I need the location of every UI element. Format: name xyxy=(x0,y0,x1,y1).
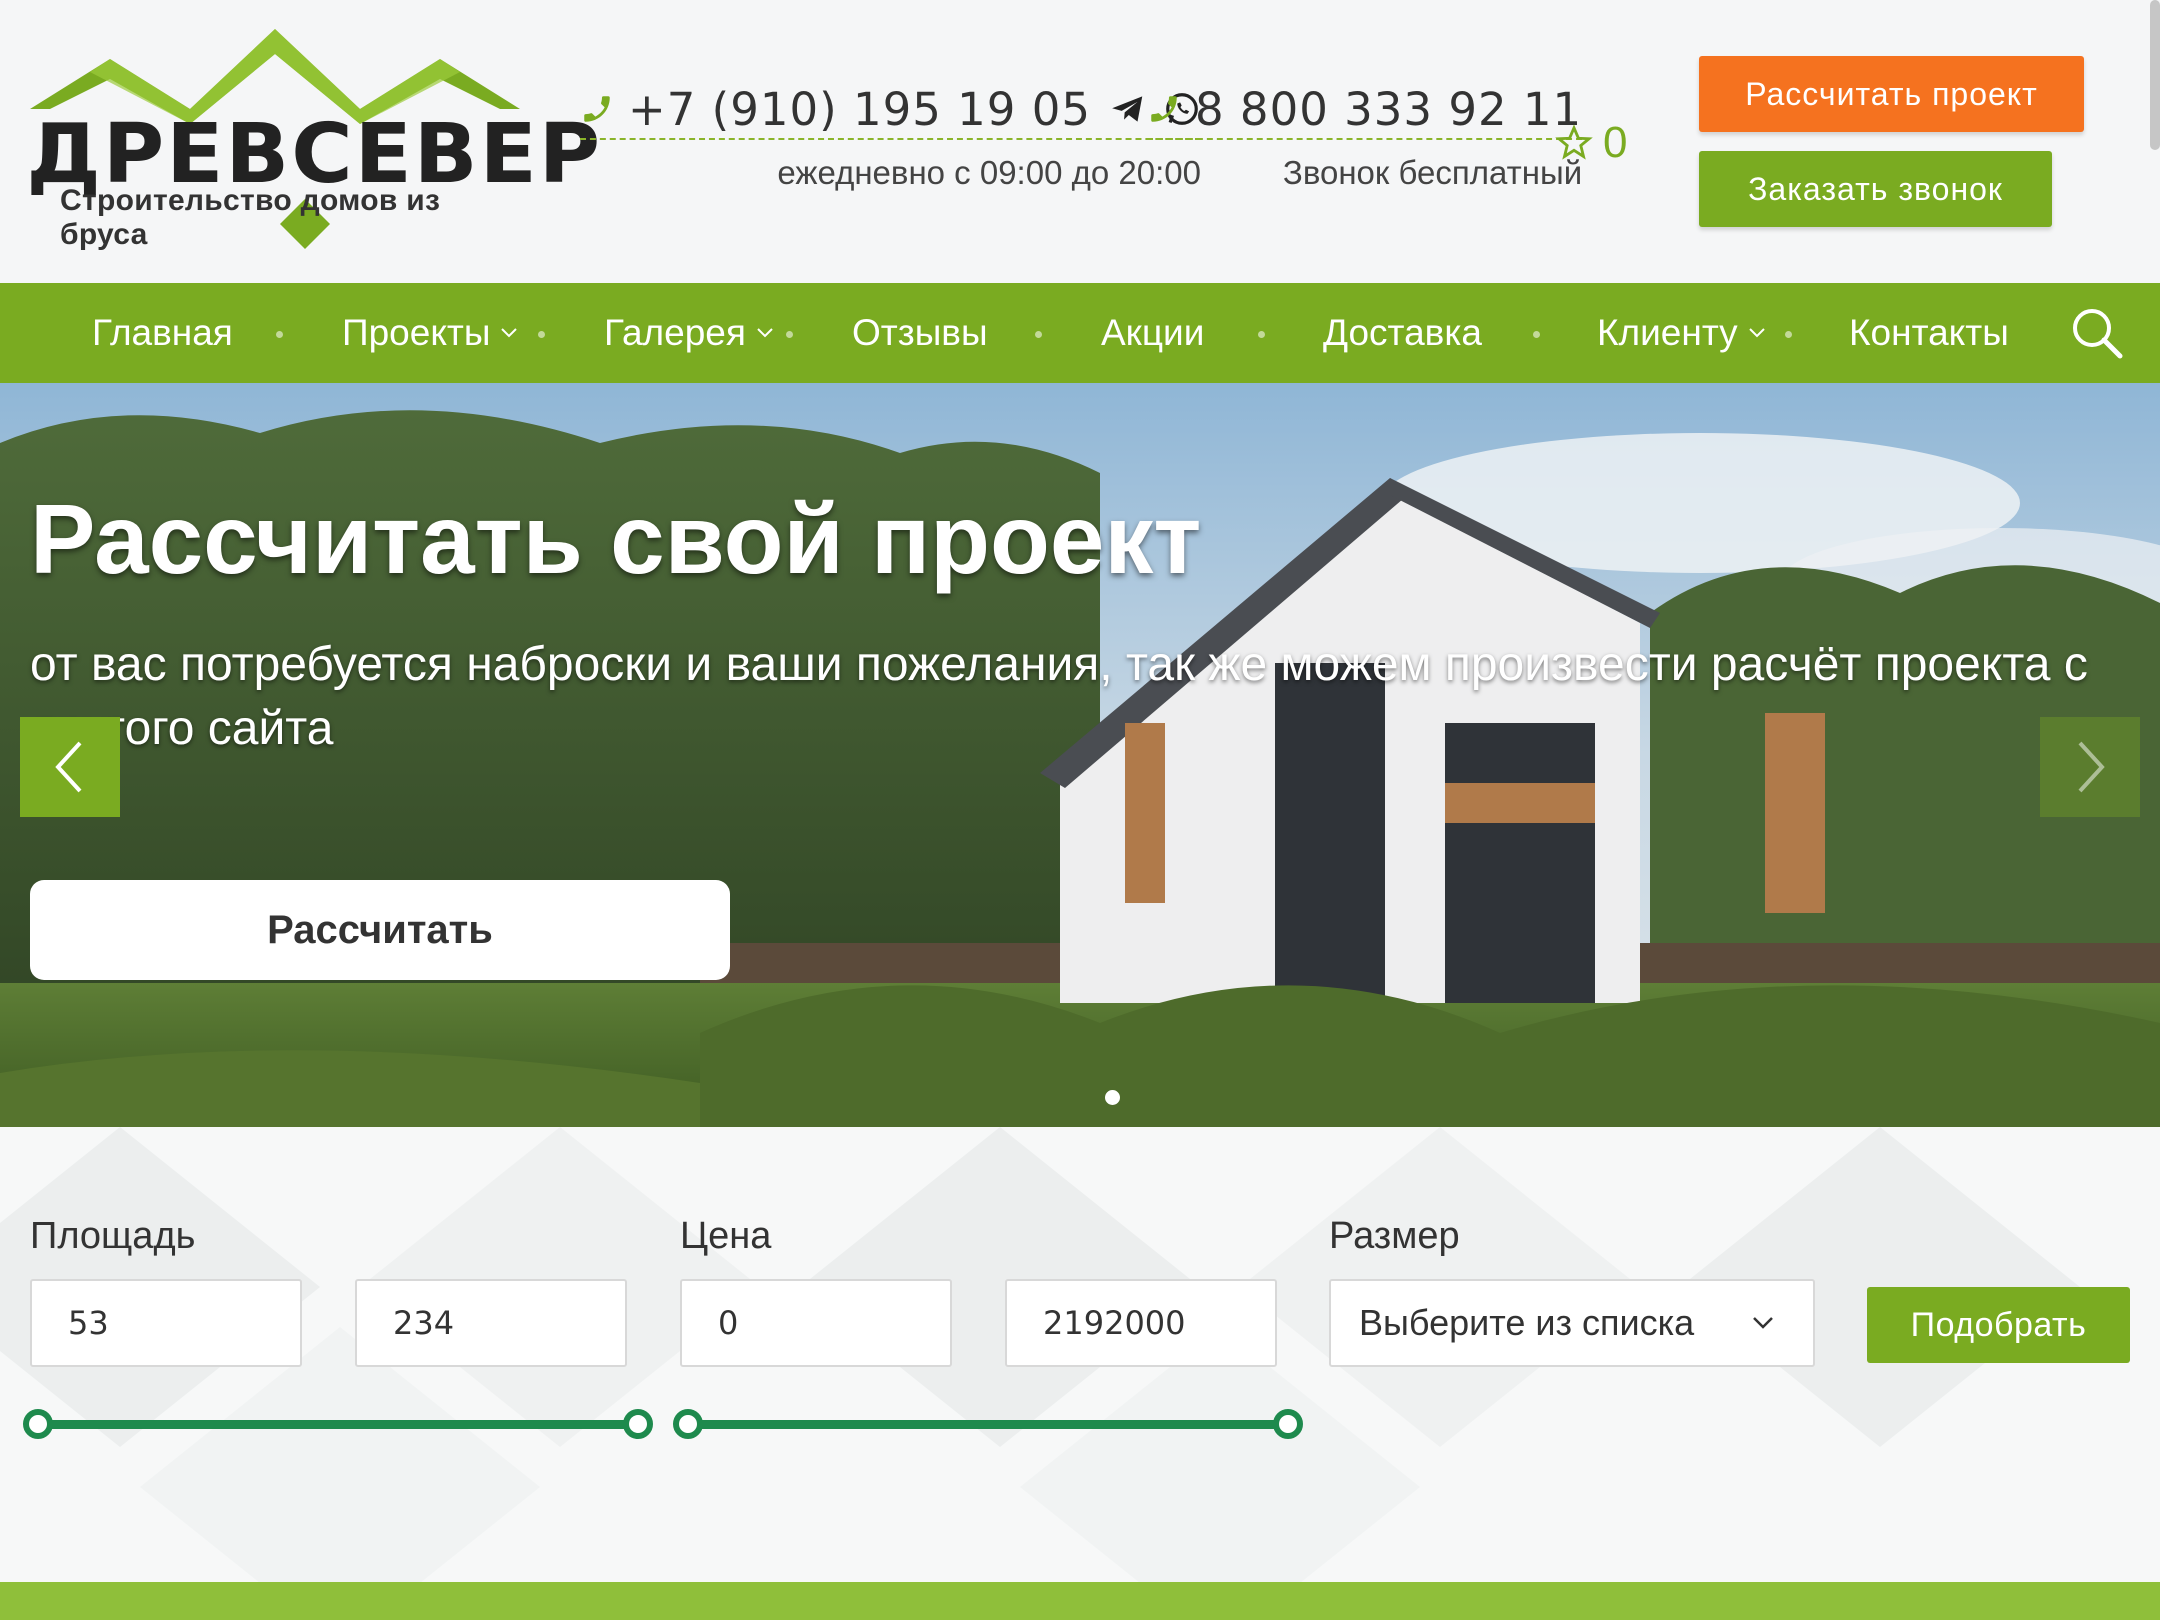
hero-subtitle: от вас потребуется наброски и ваши пожел… xyxy=(30,638,2088,755)
area-slider-track[interactable] xyxy=(38,1420,638,1429)
telegram-icon[interactable] xyxy=(1109,90,1147,128)
calculate-project-button[interactable]: Рассчитать проект xyxy=(1699,56,2084,132)
section-divider-strip xyxy=(0,1582,2160,1620)
price-max-input[interactable]: 2192000 xyxy=(1005,1279,1277,1367)
nav-separator xyxy=(1258,331,1265,338)
nav-item-label: Отзывы xyxy=(852,312,988,353)
nav-item-projects[interactable]: Проекты xyxy=(342,283,518,383)
area-label: Площадь xyxy=(30,1215,196,1257)
search-icon[interactable] xyxy=(2070,306,2124,360)
slider-prev-button[interactable] xyxy=(20,717,120,817)
area-min-input[interactable]: 53 xyxy=(30,1279,302,1367)
filter-submit-button[interactable]: Подобрать xyxy=(1867,1287,2130,1363)
site-header: ДРЕВСЕВЕР Строительство домов из бруса +… xyxy=(0,0,2160,283)
phone-icon xyxy=(584,96,610,122)
nav-separator xyxy=(538,331,545,338)
price-label: Цена xyxy=(680,1215,772,1257)
nav-item-client[interactable]: Клиенту xyxy=(1597,283,1766,383)
page-scrollbar[interactable] xyxy=(2150,0,2160,150)
order-callback-button[interactable]: Заказать звонок xyxy=(1699,151,2052,227)
chevron-left-icon xyxy=(55,741,82,793)
chevron-down-icon xyxy=(1753,1317,1773,1329)
nav-separator xyxy=(1533,331,1540,338)
area-slider-max-handle[interactable] xyxy=(623,1409,653,1439)
phone-block-main: +7 (910) 195 19 05 ежедневно с 09:00 до … xyxy=(580,83,1201,192)
chevron-down-icon xyxy=(757,328,773,338)
hero-calculate-button[interactable]: Рассчитать xyxy=(30,880,730,980)
phone-note-free: Звонок бесплатный xyxy=(1282,154,1583,191)
nav-item-gallery[interactable]: Галерея xyxy=(604,283,774,383)
nav-item-label: Акции xyxy=(1101,312,1205,353)
hero-title: Рассчитать свой проект xyxy=(30,484,1202,594)
nav-item-label: Контакты xyxy=(1849,312,2009,353)
nav-separator xyxy=(786,331,793,338)
nav-item-delivery[interactable]: Доставка xyxy=(1323,283,1482,383)
nav-item-label: Галерея xyxy=(604,312,746,353)
price-slider-min-handle[interactable] xyxy=(673,1409,703,1439)
nav-item-home[interactable]: Главная xyxy=(92,283,233,383)
phone-block-free: 8 800 333 92 11 Звонок бесплатный xyxy=(1147,83,1583,192)
size-select[interactable]: Выберите из списка xyxy=(1329,1279,1815,1367)
size-label: Размер xyxy=(1329,1215,1460,1257)
nav-item-reviews[interactable]: Отзывы xyxy=(852,283,988,383)
site-logo[interactable]: ДРЕВСЕВЕР Строительство домов из бруса xyxy=(26,24,600,256)
area-slider-min-handle[interactable] xyxy=(23,1409,53,1439)
price-slider-track[interactable] xyxy=(688,1420,1288,1429)
nav-item-promotions[interactable]: Акции xyxy=(1101,283,1204,383)
hero-slider: Рассчитать свой проект от вас потребуетс… xyxy=(0,383,2160,1127)
nav-separator xyxy=(1785,331,1792,338)
project-filter: Площадь Цена Размер 53 234 0 2192000 Выб… xyxy=(0,1127,2160,1582)
favorites[interactable]: 0 xyxy=(1555,118,1627,168)
nav-item-contacts[interactable]: Контакты xyxy=(1849,283,2009,383)
slider-dot-active[interactable] xyxy=(1105,1090,1120,1105)
nav-item-label: Главная xyxy=(92,312,233,353)
nav-item-label: Клиенту xyxy=(1597,312,1738,353)
phone-icon xyxy=(1151,96,1177,122)
size-select-value: Выберите из списка xyxy=(1359,1302,1695,1343)
nav-item-label: Проекты xyxy=(342,312,491,353)
phone-number-free[interactable]: 8 800 333 92 11 xyxy=(1195,83,1582,136)
slider-next-button[interactable] xyxy=(2040,717,2140,817)
nav-item-label: Доставка xyxy=(1323,312,1482,353)
nav-separator xyxy=(1035,331,1042,338)
phone-note-main: ежедневно с 09:00 до 20:00 xyxy=(777,154,1201,191)
nav-separator xyxy=(276,331,283,338)
chevron-down-icon xyxy=(1748,328,1765,338)
main-nav: Главная Проекты Галерея Отзывы Акции Дос… xyxy=(0,283,2160,383)
logo-tagline: Строительство домов из бруса xyxy=(60,184,441,251)
price-slider-max-handle[interactable] xyxy=(1273,1409,1303,1439)
star-icon xyxy=(1555,124,1593,160)
phone-number-main[interactable]: +7 (910) 195 19 05 xyxy=(628,83,1091,136)
chevron-down-icon xyxy=(501,328,518,338)
chevron-right-icon xyxy=(2078,741,2105,793)
price-min-input[interactable]: 0 xyxy=(680,1279,952,1367)
area-max-input[interactable]: 234 xyxy=(355,1279,627,1367)
favorites-count: 0 xyxy=(1603,118,1628,167)
